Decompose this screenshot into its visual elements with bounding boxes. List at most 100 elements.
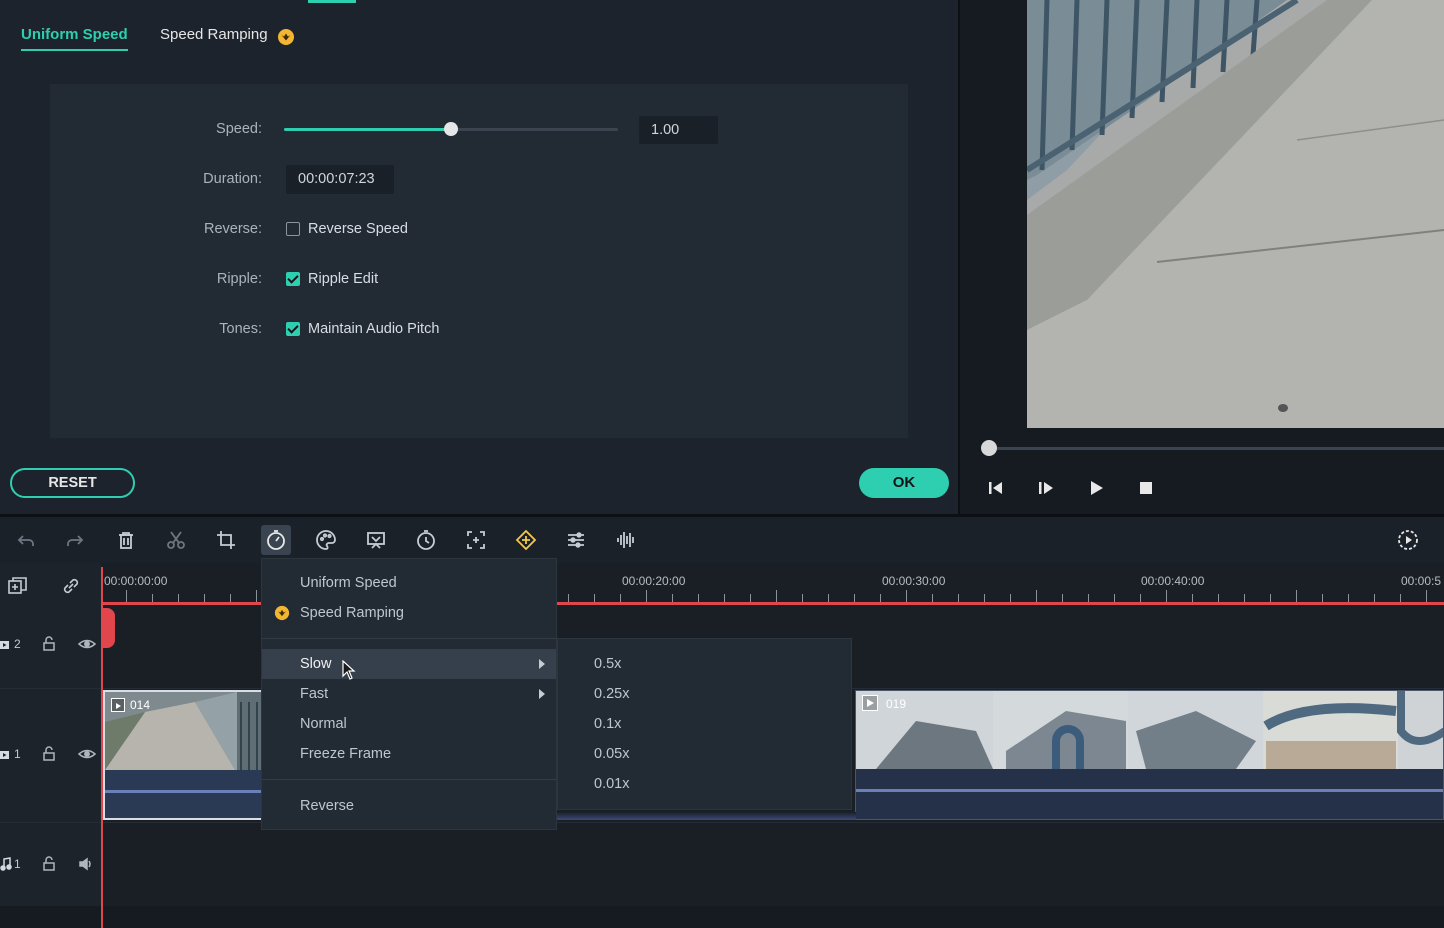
cut-icon[interactable] xyxy=(164,528,188,552)
menu-item-freeze-frame[interactable]: Freeze Frame xyxy=(262,739,556,769)
ok-button[interactable]: OK xyxy=(859,468,949,498)
play-icon[interactable] xyxy=(1086,478,1106,498)
ruler-tick xyxy=(1088,594,1089,602)
submenu-item-speed[interactable]: 0.25x xyxy=(558,679,851,709)
lock-icon[interactable] xyxy=(42,636,56,652)
reverse-speed-checkbox[interactable] xyxy=(286,222,300,236)
reset-button[interactable]: RESET xyxy=(10,468,135,498)
tones-label: Tones: xyxy=(219,321,262,337)
ripple-edit-checkbox[interactable] xyxy=(286,272,300,286)
speed-icon[interactable] xyxy=(261,525,291,555)
track-separator xyxy=(0,822,1444,823)
redo-icon[interactable] xyxy=(63,528,87,552)
maintain-pitch-checkbox[interactable] xyxy=(286,322,300,336)
preview-seek-handle[interactable] xyxy=(981,440,997,456)
link-icon[interactable] xyxy=(60,576,82,596)
ruler-label: 00:00:5 xyxy=(1401,574,1442,588)
clip-name: 019 xyxy=(886,697,907,711)
ruler-tick xyxy=(698,594,699,602)
ruler-tick xyxy=(646,590,647,602)
video-clip[interactable]: 014 xyxy=(103,690,263,820)
playhead-scissor-handle[interactable] xyxy=(101,608,115,648)
maintain-pitch-option[interactable]: Maintain Audio Pitch xyxy=(308,321,439,337)
menu-item-slow[interactable]: Slow xyxy=(262,649,556,679)
menu-item-uniform-speed[interactable]: Uniform Speed xyxy=(262,568,556,598)
clip-type-icon xyxy=(111,698,125,712)
ruler-tick xyxy=(1348,594,1349,602)
crop-icon[interactable] xyxy=(214,528,238,552)
ruler-tick xyxy=(776,590,777,602)
submenu-item-speed[interactable]: 0.5x xyxy=(558,649,851,679)
lock-icon[interactable] xyxy=(42,856,56,872)
submenu-item-speed[interactable]: 0.01x xyxy=(558,769,851,799)
menu-separator xyxy=(262,638,556,639)
timeline-scroll-area xyxy=(0,906,1444,928)
submenu-item-speed[interactable]: 0.1x xyxy=(558,709,851,739)
speaker-icon[interactable] xyxy=(78,857,94,871)
menu-item-normal[interactable]: Normal xyxy=(262,709,556,739)
video-clip[interactable]: 019 xyxy=(855,690,1444,820)
keyframe-icon[interactable] xyxy=(514,528,538,552)
focus-icon[interactable] xyxy=(464,528,488,552)
clip-name: 014 xyxy=(130,698,151,712)
audio-waveform xyxy=(105,790,261,793)
ruler-tick xyxy=(880,594,881,602)
track-number: 1 xyxy=(14,747,21,761)
reverse-label: Reverse: xyxy=(203,221,262,237)
video-track-icon xyxy=(0,638,12,650)
stabilize-icon[interactable] xyxy=(364,528,388,552)
ruler-tick xyxy=(1218,594,1219,602)
preview-seek-bar[interactable] xyxy=(988,447,1444,450)
audio-icon[interactable] xyxy=(614,528,638,552)
ruler-tick xyxy=(568,594,569,602)
next-frame-icon[interactable] xyxy=(1036,478,1056,498)
tab-speed-ramping[interactable]: Speed Ramping xyxy=(160,26,268,43)
delete-icon[interactable] xyxy=(114,528,138,552)
prev-frame-icon[interactable] xyxy=(986,478,1006,498)
premium-crown-icon xyxy=(274,605,290,621)
menu-item-fast[interactable]: Fast xyxy=(262,679,556,709)
stop-icon[interactable] xyxy=(1136,478,1156,498)
track-number: 1 xyxy=(14,857,21,871)
ruler-tick xyxy=(958,594,959,602)
speed-slider-fill xyxy=(284,128,451,131)
ruler-tick xyxy=(984,594,985,602)
eye-icon[interactable] xyxy=(77,637,97,651)
menu-item-speed-ramping[interactable]: Speed Ramping xyxy=(262,598,556,628)
speed-settings-box xyxy=(50,84,908,438)
lock-icon[interactable] xyxy=(42,746,56,762)
ruler-tick xyxy=(906,590,907,602)
track-number: 2 xyxy=(14,637,21,651)
ruler-tick xyxy=(854,594,855,602)
speed-slider-handle[interactable] xyxy=(444,122,458,136)
ruler-tick xyxy=(1400,594,1401,602)
ruler-label: 00:00:20:00 xyxy=(622,574,686,588)
ruler-tick xyxy=(828,594,829,602)
ruler-tick xyxy=(1270,594,1271,602)
adjust-icon[interactable] xyxy=(564,528,588,552)
panel-divider xyxy=(958,0,960,514)
premium-crown-icon xyxy=(278,29,294,45)
video-track-icon xyxy=(0,748,12,760)
submenu-item-speed[interactable]: 0.05x xyxy=(558,739,851,769)
ruler-tick xyxy=(1062,594,1063,602)
ruler-tick xyxy=(932,594,933,602)
ruler-tick xyxy=(256,590,257,602)
add-track-icon[interactable] xyxy=(7,576,29,596)
ruler-tick xyxy=(1426,590,1427,602)
ruler-tick xyxy=(1374,594,1375,602)
tab-uniform-speed[interactable]: Uniform Speed xyxy=(21,26,128,51)
eye-icon[interactable] xyxy=(77,747,97,761)
menu-item-reverse[interactable]: Reverse xyxy=(262,791,556,821)
speed-context-menu: Uniform Speed Speed Ramping Slow Fast No… xyxy=(261,558,557,830)
reverse-speed-option[interactable]: Reverse Speed xyxy=(308,221,408,237)
speed-value-input[interactable]: 1.00 xyxy=(639,116,718,144)
ruler-tick xyxy=(672,594,673,602)
color-icon[interactable] xyxy=(314,528,338,552)
duration-icon[interactable] xyxy=(414,528,438,552)
panel-tab-indicator xyxy=(308,0,356,3)
duration-field[interactable]: 00:00:07:23 xyxy=(286,165,394,194)
ripple-edit-option[interactable]: Ripple Edit xyxy=(308,271,378,287)
render-preview-icon[interactable] xyxy=(1396,528,1420,552)
undo-icon[interactable] xyxy=(14,528,38,552)
